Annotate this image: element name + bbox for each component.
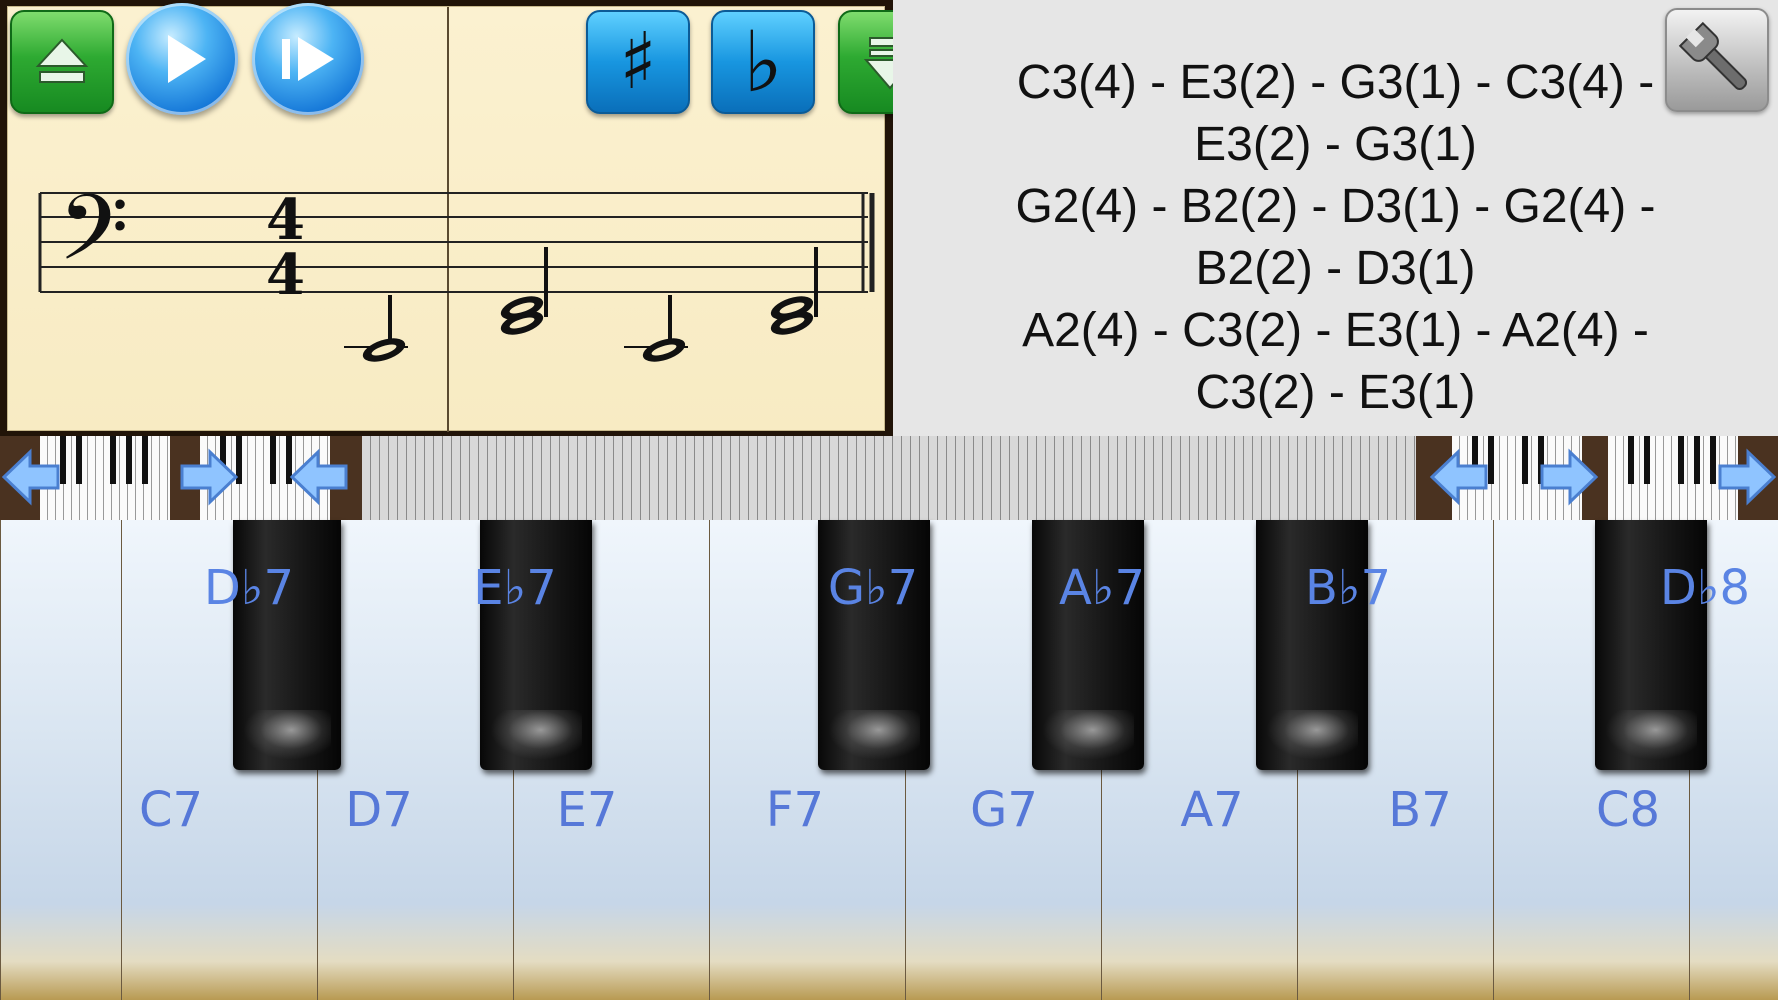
key-label-ab7: A♭7 bbox=[1058, 560, 1145, 616]
chord-line: G2(4) - B2(2) - D3(1) - G2(4) - bbox=[1015, 180, 1656, 233]
chord-line: C3(2) - E3(1) bbox=[1195, 366, 1476, 419]
key-label-bb7: B♭7 bbox=[1304, 560, 1392, 616]
key-label-b7: B7 bbox=[1388, 782, 1452, 838]
time-signature-bottom: 4 bbox=[266, 242, 305, 308]
chord-line: B2(2) - D3(1) bbox=[1195, 242, 1476, 295]
black-key-db7[interactable] bbox=[233, 520, 341, 770]
keyboard-navigator bbox=[0, 436, 1778, 520]
arrow-right-icon[interactable] bbox=[1538, 446, 1600, 508]
hide-score-button[interactable] bbox=[10, 10, 114, 114]
key-label-gb7: G♭7 bbox=[827, 560, 919, 616]
arrow-right-icon[interactable] bbox=[1716, 446, 1778, 508]
play-icon bbox=[126, 3, 238, 115]
black-key-db8[interactable] bbox=[1595, 520, 1707, 770]
white-key[interactable] bbox=[0, 520, 121, 1000]
key-label-eb7: E♭7 bbox=[473, 560, 557, 616]
key-label-e7: E7 bbox=[556, 782, 618, 838]
key-label-db7: D♭7 bbox=[203, 560, 295, 616]
key-label-a7: A7 bbox=[1180, 782, 1244, 838]
chord-line: A2(4) - C3(2) - E3(1) - A2(4) - bbox=[1022, 304, 1649, 357]
arrow-left-icon[interactable] bbox=[288, 446, 350, 508]
arrow-left-icon[interactable] bbox=[1428, 446, 1490, 508]
step-button[interactable] bbox=[252, 3, 364, 115]
key-label-f7: F7 bbox=[765, 782, 825, 838]
sheet-music-panel: 𝄢 4 4 ♯ ♭ bbox=[0, 0, 942, 436]
black-key-bb7[interactable] bbox=[1256, 520, 1368, 770]
eject-icon bbox=[12, 12, 112, 112]
flat-icon: ♭ bbox=[743, 13, 783, 111]
full-keyboard-overview[interactable] bbox=[362, 436, 1416, 520]
wrench-icon bbox=[1667, 10, 1767, 110]
key-label-c8: C8 bbox=[1595, 782, 1661, 838]
flat-button[interactable]: ♭ bbox=[711, 10, 815, 114]
piano-keyboard: C7 D7 E7 F7 G7 A7 B7 C8 D♭7 E♭7 G♭7 A♭7 … bbox=[0, 520, 1778, 1000]
sharp-button[interactable]: ♯ bbox=[586, 10, 690, 114]
chord-sequence-text: C3(4) - E3(2) - G3(1) - C3(4) - E3(2) - … bbox=[893, 52, 1778, 424]
black-key-ab7[interactable] bbox=[1032, 520, 1144, 770]
bass-clef-icon: 𝄢 bbox=[58, 175, 129, 303]
key-label-g7: G7 bbox=[970, 782, 1038, 838]
key-label-d7: D7 bbox=[345, 782, 413, 838]
arrow-left-icon[interactable] bbox=[0, 446, 62, 508]
chord-line: E3(2) - G3(1) bbox=[1194, 118, 1477, 171]
key-label-db8: D♭8 bbox=[1659, 560, 1751, 616]
sharp-icon: ♯ bbox=[619, 17, 657, 107]
black-key-eb7[interactable] bbox=[480, 520, 592, 770]
key-label-c7: C7 bbox=[138, 782, 204, 838]
step-icon bbox=[252, 3, 364, 115]
settings-button[interactable] bbox=[1665, 8, 1769, 112]
chord-sequence-panel: C3(4) - E3(2) - G3(1) - C3(4) - E3(2) - … bbox=[893, 0, 1778, 436]
black-key-gb7[interactable] bbox=[818, 520, 930, 770]
arrow-right-icon[interactable] bbox=[178, 446, 240, 508]
sheet-paper: 𝄢 4 4 ♯ ♭ bbox=[7, 3, 942, 432]
play-button[interactable] bbox=[126, 3, 238, 115]
chord-line: C3(4) - E3(2) - G3(1) - C3(4) - bbox=[1016, 56, 1655, 109]
